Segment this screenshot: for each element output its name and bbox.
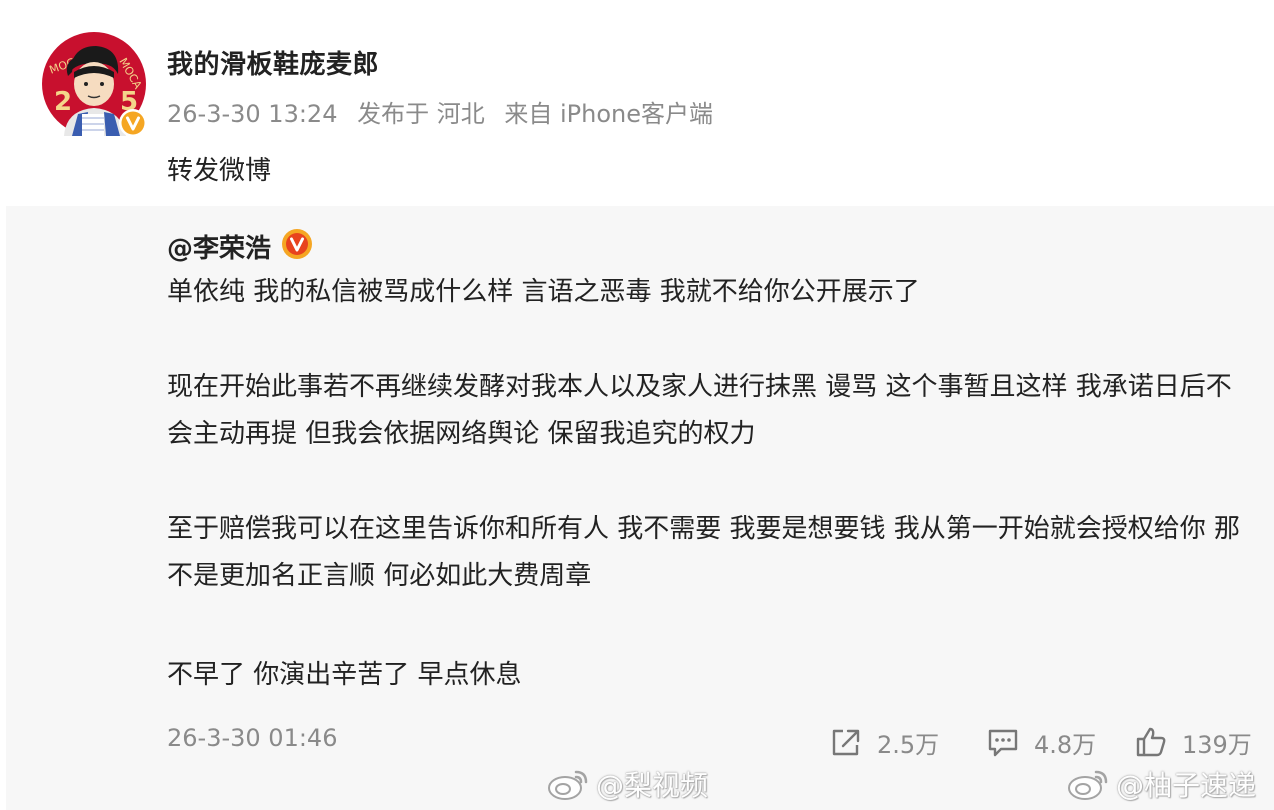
post-time[interactable]: 26-3-30 13:24: [167, 100, 337, 128]
quoted-paragraph-4: 不早了 你演出辛苦了 早点休息: [167, 660, 522, 690]
quoted-paragraph-2: 现在开始此事若不再继续发酵对我本人以及家人进行抹黑 谩骂 这个事暂且这样 我承诺…: [167, 372, 1232, 449]
quoted-paragraph-3: 至于赔偿我可以在这里告诉你和所有人 我不需要 我要是想要钱 我从第一开始就会授权…: [167, 514, 1241, 591]
watermark-text-2: @柚子速递: [1116, 769, 1257, 802]
quoted-time[interactable]: 26-3-30 01:46: [167, 724, 337, 752]
weibo-logo-icon: [1068, 770, 1108, 800]
watermark-text-1: @梨视频: [596, 769, 709, 802]
share-icon: [832, 729, 860, 756]
repost-count: 2.5万: [877, 730, 940, 759]
comment-count: 4.8万: [1034, 730, 1097, 759]
weibo-logo-icon: [548, 770, 588, 800]
repost-button[interactable]: 2.5万: [829, 724, 939, 760]
verified-badge-icon: [118, 108, 148, 138]
thumbs-up-icon: [1136, 727, 1166, 757]
author-name[interactable]: 我的滑板鞋庞麦郎: [167, 44, 379, 81]
like-button[interactable]: 139万: [1134, 724, 1252, 760]
post-source: 来自 iPhone客户端: [504, 100, 714, 128]
quoted-paragraph-1: 单依纯 我的私信被骂成什么样 言语之恶毒 我就不给你公开展示了: [167, 277, 920, 307]
verified-badge-icon: [281, 228, 313, 260]
avatar-number-left: 2: [54, 87, 72, 117]
like-count: 139万: [1182, 730, 1252, 759]
watermark-1: @梨视频: [546, 764, 708, 804]
repost-text: 转发微博: [167, 156, 272, 186]
post-meta: 26-3-30 13:24 发布于 河北 来自 iPhone客户端: [167, 94, 725, 129]
weibo-post: MOC MOCA 2 5 我的滑板鞋庞麦郎 26-3-30 13:24 发布于 …: [0, 0, 1274, 810]
quoted-post[interactable]: @李荣浩 单依纯 我的私信被骂成什么样 言语之恶毒 我就不给你公开展示了 现在开…: [6, 206, 1274, 810]
comment-button[interactable]: 4.8万: [986, 724, 1096, 760]
quoted-author[interactable]: @李荣浩: [167, 228, 271, 265]
post-location: 发布于 河北: [357, 100, 485, 128]
watermark-2: @柚子速递: [1066, 764, 1256, 804]
comment-icon: [988, 729, 1018, 757]
